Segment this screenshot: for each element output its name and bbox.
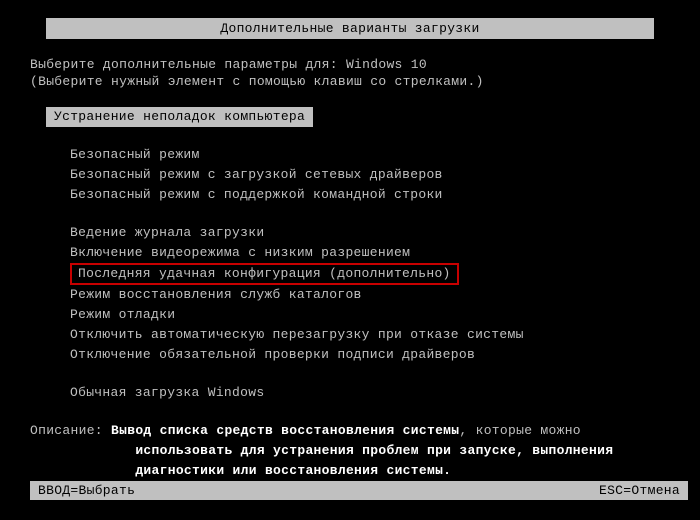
option-repair-computer[interactable]: Устранение неполадок компьютера [46,107,313,127]
option-safe-mode[interactable]: Безопасный режим [70,145,670,165]
page-title: Дополнительные варианты загрузки [220,21,479,36]
option-ds-restore[interactable]: Режим восстановления служб каталогов [70,285,670,305]
option-safe-mode-networking[interactable]: Безопасный режим с загрузкой сетевых дра… [70,165,670,185]
header-bar: Дополнительные варианты загрузки [46,18,654,39]
instruction-line-2: (Выберите нужный элемент с помощью клави… [30,74,670,89]
option-disable-driver-sig[interactable]: Отключение обязательной проверки подписи… [70,345,670,365]
option-group-1: Безопасный режим Безопасный режим с загр… [46,145,670,205]
option-disable-auto-restart[interactable]: Отключить автоматическую перезагрузку пр… [70,325,670,345]
option-debug-mode[interactable]: Режим отладки [70,305,670,325]
option-start-normally[interactable]: Обычная загрузка Windows [70,383,670,403]
option-boot-logging[interactable]: Ведение журнала загрузки [70,223,670,243]
option-low-res-video[interactable]: Включение видеорежима с низким разрешени… [70,243,670,263]
description-suffix: , которые можно [459,423,581,438]
instruction-line-1: Выберите дополнительные параметры для: W… [30,57,670,72]
highlighted-option: Последняя удачная конфигурация (дополнит… [70,263,459,285]
description-text-3: диагностики или восстановления системы. [135,463,451,478]
footer-esc-hint: ESC=Отмена [599,483,680,498]
description-label: Описание: [30,423,103,438]
option-group-2: Ведение журнала загрузки Включение видео… [46,223,670,365]
footer-enter-hint: ВВОД=Выбрать [38,483,135,498]
option-last-known-good[interactable]: Последняя удачная конфигурация (дополнит… [70,263,670,285]
footer-bar: ВВОД=Выбрать ESC=Отмена [30,481,688,500]
description-text-1: Вывод списка средств восстановления сист… [111,423,459,438]
description-block: Описание: Вывод списка средств восстанов… [30,421,670,481]
description-text-2: использовать для устранения проблем при … [135,443,613,458]
option-group-3: Обычная загрузка Windows [46,383,670,403]
option-safe-mode-command[interactable]: Безопасный режим с поддержкой командной … [70,185,670,205]
